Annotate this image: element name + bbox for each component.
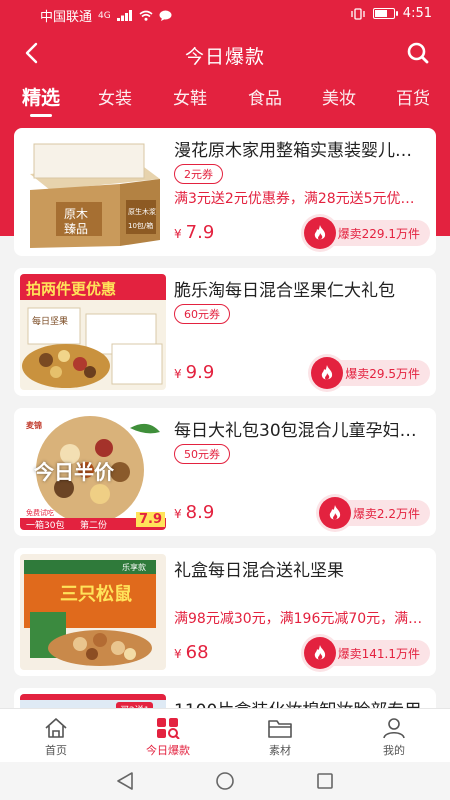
battery-icon <box>372 8 398 19</box>
nav-label: 今日爆款 <box>146 744 190 757</box>
signal-icon <box>116 10 132 21</box>
system-recents-icon[interactable] <box>314 770 336 792</box>
thumb-caption: 7.9 <box>136 512 166 527</box>
tab-active-indicator <box>30 114 53 117</box>
thumb-caption: 乐享款 <box>122 563 146 572</box>
fire-icon <box>303 217 336 249</box>
promo-text: 满3元送2元优惠券，满28元送5元优惠券 <box>174 191 424 207</box>
user-icon <box>383 718 405 739</box>
product-price: ¥8.9 <box>174 502 214 523</box>
fire-icon <box>303 637 336 669</box>
sold-count: 爆卖2.2万件 <box>352 506 420 521</box>
search-button[interactable] <box>404 39 432 67</box>
currency-symbol: ¥ <box>174 647 182 661</box>
currency-symbol: ¥ <box>174 367 182 381</box>
product-title: 每日大礼包30包混合儿童孕妇坚果 <box>174 421 424 441</box>
thumb-caption: 一箱30包 <box>26 521 65 530</box>
network-type: 4G <box>98 10 111 21</box>
tab-label: 食品 <box>248 89 282 109</box>
product-card[interactable]: 拍两件更优惠 每日坚果 脆乐淘每日混合坚果仁大礼包 60元券 ¥9.9 爆卖29… <box>14 268 436 396</box>
thumb-caption: 原生木浆 <box>128 208 156 216</box>
fire-icon <box>318 497 351 529</box>
thumb-caption: 免费试吃 <box>26 509 54 517</box>
product-card[interactable]: 原木 臻品 原生木浆 10包/箱 漫花原木家用整箱实惠装婴儿面巾纸 2元券 满3… <box>14 128 436 256</box>
system-back-icon[interactable] <box>114 770 136 792</box>
page-title: 今日爆款 <box>184 46 265 68</box>
category-tabs: 精选 女装 女鞋 食品 美妆 百货 <box>0 84 450 120</box>
product-price: ¥68 <box>174 642 209 663</box>
hot-grid-icon <box>157 718 180 739</box>
tab-jingxuan[interactable]: 精选 <box>22 83 61 117</box>
search-icon <box>407 42 429 64</box>
tab-shipin[interactable]: 食品 <box>248 84 282 109</box>
system-home-icon[interactable] <box>214 770 236 792</box>
status-bar: 中国联通 4G 4:51 <box>0 0 450 28</box>
price-value: 7.9 <box>185 222 215 243</box>
coupon-badge: 60元券 <box>174 304 230 324</box>
wifi-icon <box>139 10 153 21</box>
tab-label: 女鞋 <box>173 89 207 109</box>
product-image: 三只松鼠 乐享款 <box>20 554 166 670</box>
nav-home[interactable]: 首页 <box>0 709 112 763</box>
sold-badge: 爆卖141.1万件 <box>303 637 430 669</box>
top-navbar: 今日爆款 <box>0 32 450 76</box>
nav-today-hot[interactable]: 今日爆款 <box>112 709 224 763</box>
product-card[interactable]: 三只松鼠 乐享款 礼盒每日混合送礼坚果 满98元减30元，满196元减70元，满… <box>14 548 436 676</box>
tab-meizhuang[interactable]: 美妆 <box>322 84 356 109</box>
thumb-caption: 每日坚果 <box>32 317 69 327</box>
sold-badge: 爆卖229.1万件 <box>303 217 430 249</box>
coupon-badge: 2元券 <box>174 164 223 184</box>
home-icon <box>45 718 67 738</box>
tab-baihuo[interactable]: 百货 <box>396 84 430 109</box>
fire-icon <box>311 357 344 389</box>
product-title: 礼盒每日混合送礼坚果 <box>174 561 344 581</box>
currency-symbol: ¥ <box>174 507 182 521</box>
product-title: 漫花原木家用整箱实惠装婴儿面巾纸 <box>174 141 424 161</box>
product-price: ¥9.9 <box>174 362 214 383</box>
sold-count: 爆卖141.1万件 <box>337 646 420 661</box>
thumb-caption: 麦锦 <box>26 421 42 430</box>
nav-materials[interactable]: 素材 <box>224 709 336 763</box>
vibrate-icon <box>351 7 365 20</box>
thumb-caption: 臻品 <box>64 222 89 236</box>
sold-count: 爆卖229.1万件 <box>337 226 420 241</box>
thumb-caption: 三只松鼠 <box>60 584 132 605</box>
product-image: 麦锦 今日半价 免费试吃 一箱30包 第二份 7.9 <box>20 414 166 530</box>
tab-label: 女装 <box>98 89 132 109</box>
product-image: 原木 臻品 原生木浆 10包/箱 <box>20 134 166 250</box>
thumb-caption: 10包/箱 <box>128 222 154 230</box>
system-navigation-bar <box>0 762 450 800</box>
currency-symbol: ¥ <box>174 227 182 241</box>
sold-badge: 爆卖29.5万件 <box>311 357 430 389</box>
folder-icon <box>268 720 292 738</box>
tab-nvzhuang[interactable]: 女装 <box>98 84 132 109</box>
sold-count: 爆卖29.5万件 <box>345 366 420 381</box>
nav-label: 首页 <box>45 744 67 757</box>
bottom-navigation: 首页 今日爆款 素材 我的 <box>0 708 450 762</box>
price-value: 9.9 <box>185 362 215 383</box>
nav-mine[interactable]: 我的 <box>338 709 450 763</box>
thumb-caption: 今日半价 <box>34 460 114 484</box>
nav-label: 我的 <box>383 744 405 757</box>
price-value: 68 <box>185 642 209 663</box>
tab-label: 百货 <box>396 89 430 109</box>
product-price: ¥7.9 <box>174 222 214 243</box>
tab-label: 精选 <box>22 87 61 109</box>
product-card[interactable]: 麦锦 今日半价 免费试吃 一箱30包 第二份 7.9 每日大礼包30包混合儿童孕… <box>14 408 436 536</box>
tab-nvxie[interactable]: 女鞋 <box>173 84 207 109</box>
promo-text: 满98元减30元，满196元减70元，满296元减110元 <box>174 611 424 627</box>
clock: 4:51 <box>402 6 432 21</box>
message-icon <box>159 10 172 21</box>
product-title: 脆乐淘每日混合坚果仁大礼包 <box>174 281 395 301</box>
tab-label: 美妆 <box>322 89 356 109</box>
nav-label: 素材 <box>269 744 291 757</box>
coupon-badge: 50元券 <box>174 444 230 464</box>
thumb-caption: 第二份 <box>80 521 108 530</box>
sold-badge: 爆卖2.2万件 <box>318 497 430 529</box>
price-value: 8.9 <box>185 502 215 523</box>
carrier-name: 中国联通 <box>40 10 93 25</box>
product-image: 拍两件更优惠 每日坚果 <box>20 274 166 390</box>
